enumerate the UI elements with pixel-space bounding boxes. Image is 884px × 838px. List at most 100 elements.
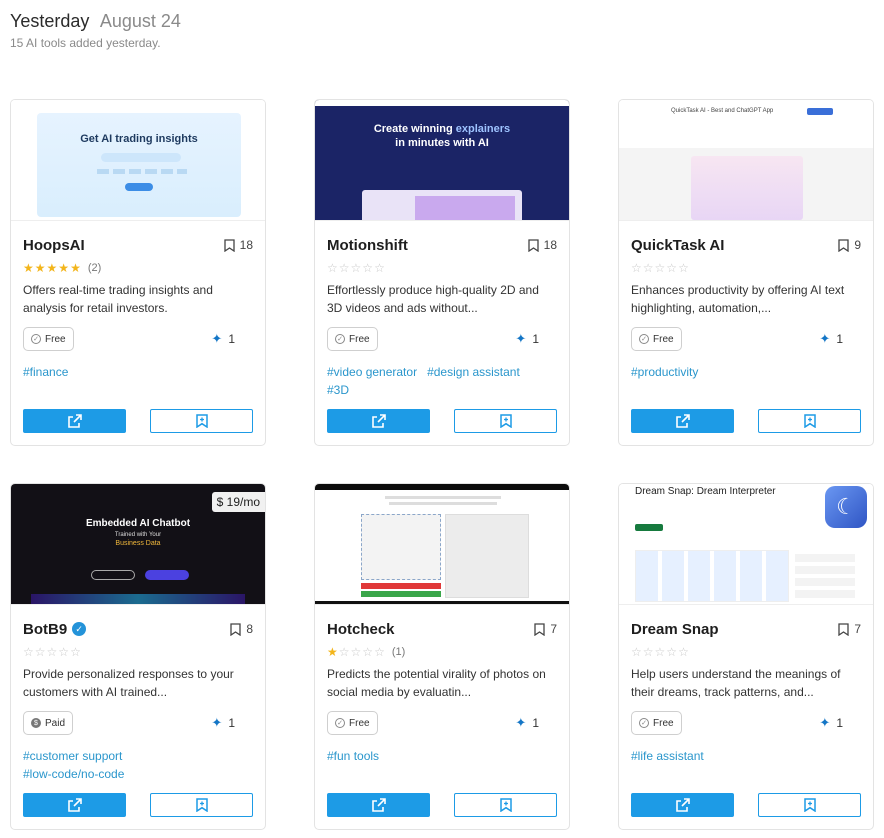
check-circle-icon: ✓ bbox=[335, 718, 345, 728]
day-heading: Yesterday bbox=[10, 11, 90, 31]
date-heading: August 24 bbox=[99, 11, 181, 31]
sparkle-icon: ✦ bbox=[515, 331, 527, 346]
save-count: 9 bbox=[838, 238, 861, 252]
tool-card-dream-snap[interactable]: Dream Snap: Dream Interpreter ☾ Dream Sn… bbox=[618, 483, 874, 830]
visit-website-button[interactable] bbox=[631, 793, 734, 817]
tool-name[interactable]: BotB9 ✓ bbox=[23, 621, 87, 638]
bookmark-plus-icon bbox=[803, 798, 816, 812]
tool-name[interactable]: Motionshift bbox=[327, 237, 408, 254]
bookmark-button[interactable] bbox=[150, 409, 253, 433]
tool-card-hotcheck[interactable]: Hotcheck 7 ★ ☆ ☆ ☆ ☆ (1) Predicts the potent… bbox=[314, 483, 570, 830]
save-count: 7 bbox=[838, 622, 861, 636]
bookmark-plus-icon bbox=[499, 414, 512, 428]
tag-link[interactable]: #finance bbox=[23, 365, 68, 379]
visit-website-button[interactable] bbox=[327, 793, 430, 817]
tool-thumbnail[interactable]: Create winning explainers in minutes wit… bbox=[315, 100, 569, 221]
thumb-headline: Get AI trading insights bbox=[80, 133, 198, 145]
tools-count-subtitle: 15 AI tools added yesterday. bbox=[10, 36, 161, 50]
tool-name[interactable]: HoopsAI bbox=[23, 237, 85, 254]
external-link-icon bbox=[675, 798, 690, 812]
thumb-headline: Dream Snap: Dream Interpreter bbox=[635, 486, 776, 497]
bookmark-button[interactable] bbox=[454, 793, 557, 817]
dollar-circle-icon: $ bbox=[31, 718, 41, 728]
tag-list: #finance bbox=[23, 363, 253, 399]
bookmark-button[interactable] bbox=[150, 793, 253, 817]
bookmark-icon bbox=[223, 238, 235, 252]
rating-stars: ☆ ☆ ☆ ☆ ☆ bbox=[631, 645, 690, 659]
tool-thumbnail[interactable]: Get AI trading insights bbox=[11, 100, 265, 221]
bookmark-icon bbox=[534, 622, 545, 636]
sparkle-icon: ✦ bbox=[819, 331, 831, 346]
bookmark-button[interactable] bbox=[758, 793, 861, 817]
rating-stars: ☆ ☆ ☆ ☆ ☆ bbox=[327, 261, 386, 275]
upvote-count[interactable]: ✦ 1 bbox=[819, 331, 843, 347]
rating-stars: ★ ★ ★ ★ ★ (2) bbox=[23, 261, 102, 275]
tool-thumbnail[interactable]: QuickTask AI - Best and ChatGPT App bbox=[619, 100, 873, 221]
upvote-count[interactable]: ✦ 1 bbox=[515, 715, 539, 731]
tool-name[interactable]: Dream Snap bbox=[631, 621, 719, 638]
tool-description: Provide personalized responses to your c… bbox=[23, 667, 234, 699]
sparkle-icon: ✦ bbox=[819, 715, 831, 730]
pricing-badge: ✓ Free bbox=[327, 327, 378, 351]
visit-website-button[interactable] bbox=[23, 793, 126, 817]
external-link-icon bbox=[371, 798, 386, 812]
tag-link[interactable]: #3D bbox=[327, 383, 349, 397]
tag-list: #fun tools bbox=[327, 747, 557, 783]
pricing-badge: $ Paid bbox=[23, 711, 74, 735]
tool-thumbnail[interactable]: Dream Snap: Dream Interpreter ☾ bbox=[619, 484, 873, 605]
check-circle-icon: ✓ bbox=[335, 334, 345, 344]
pricing-badge: ✓ Free bbox=[631, 327, 682, 351]
tag-link[interactable]: #customer support bbox=[23, 749, 122, 763]
visit-website-button[interactable] bbox=[23, 409, 126, 433]
pricing-badge: ✓ Free bbox=[327, 711, 378, 735]
external-link-icon bbox=[67, 798, 82, 812]
external-link-icon bbox=[67, 414, 82, 428]
tag-list: #life assistant bbox=[631, 747, 861, 783]
section-header: Yesterday August 24 15 AI tools added ye… bbox=[10, 11, 181, 50]
upvote-count[interactable]: ✦ 1 bbox=[515, 331, 539, 347]
check-circle-icon: ✓ bbox=[639, 718, 649, 728]
tool-thumbnail[interactable] bbox=[315, 484, 569, 605]
save-count: 8 bbox=[230, 622, 253, 636]
bookmark-button[interactable] bbox=[454, 409, 557, 433]
tool-card-quicktask-ai[interactable]: QuickTask AI - Best and ChatGPT App Quic… bbox=[618, 99, 874, 446]
tag-link[interactable]: #life assistant bbox=[631, 749, 704, 763]
tool-thumbnail[interactable]: Embedded AI Chatbot Trained with Your Bu… bbox=[11, 484, 265, 605]
visit-website-button[interactable] bbox=[631, 409, 734, 433]
upvote-count[interactable]: ✦ 1 bbox=[819, 715, 843, 731]
external-link-icon bbox=[675, 414, 690, 428]
tool-description: Effortlessly produce high-quality 2D and… bbox=[327, 283, 539, 315]
moon-icon: ☾ bbox=[825, 486, 867, 528]
bookmark-icon bbox=[838, 622, 849, 636]
bookmark-icon bbox=[838, 238, 849, 252]
bookmark-button[interactable] bbox=[758, 409, 861, 433]
external-link-icon bbox=[371, 414, 386, 428]
sparkle-icon: ✦ bbox=[211, 331, 223, 346]
visit-website-button[interactable] bbox=[327, 409, 430, 433]
tag-link[interactable]: #productivity bbox=[631, 365, 698, 379]
sparkle-icon: ✦ bbox=[211, 715, 223, 730]
bookmark-icon bbox=[230, 622, 241, 636]
tool-card-botb9[interactable]: Embedded AI Chatbot Trained with Your Bu… bbox=[10, 483, 266, 830]
thumb-headline: Create winning explainers in minutes wit… bbox=[373, 123, 511, 149]
verified-icon: ✓ bbox=[72, 622, 87, 636]
tool-card-motionshift[interactable]: Create winning explainers in minutes wit… bbox=[314, 99, 570, 446]
upvote-count[interactable]: ✦ 1 bbox=[211, 715, 235, 731]
tag-link[interactable]: #design assistant bbox=[427, 365, 520, 379]
bookmark-plus-icon bbox=[195, 798, 208, 812]
tool-card-hoopsai[interactable]: Get AI trading insights HoopsAI 18 ★ ★ ★ ★ ★… bbox=[10, 99, 266, 446]
tag-link[interactable]: #low-code/no-code bbox=[23, 767, 124, 781]
check-circle-icon: ✓ bbox=[31, 334, 41, 344]
price-tag: $ 19/mo bbox=[211, 492, 265, 512]
bookmark-plus-icon bbox=[803, 414, 816, 428]
check-circle-icon: ✓ bbox=[639, 334, 649, 344]
rating-stars: ☆ ☆ ☆ ☆ ☆ bbox=[23, 645, 82, 659]
upvote-count[interactable]: ✦ 1 bbox=[211, 331, 235, 347]
tag-link[interactable]: #video generator bbox=[327, 365, 417, 379]
tool-name[interactable]: Hotcheck bbox=[327, 621, 395, 638]
tag-list: #video generator #design assistant #3D bbox=[327, 363, 557, 399]
tag-link[interactable]: #fun tools bbox=[327, 749, 379, 763]
tag-list: #customer support #low-code/no-code bbox=[23, 747, 253, 783]
tool-name[interactable]: QuickTask AI bbox=[631, 237, 724, 254]
tool-description: Offers real-time trading insights and an… bbox=[23, 283, 213, 315]
